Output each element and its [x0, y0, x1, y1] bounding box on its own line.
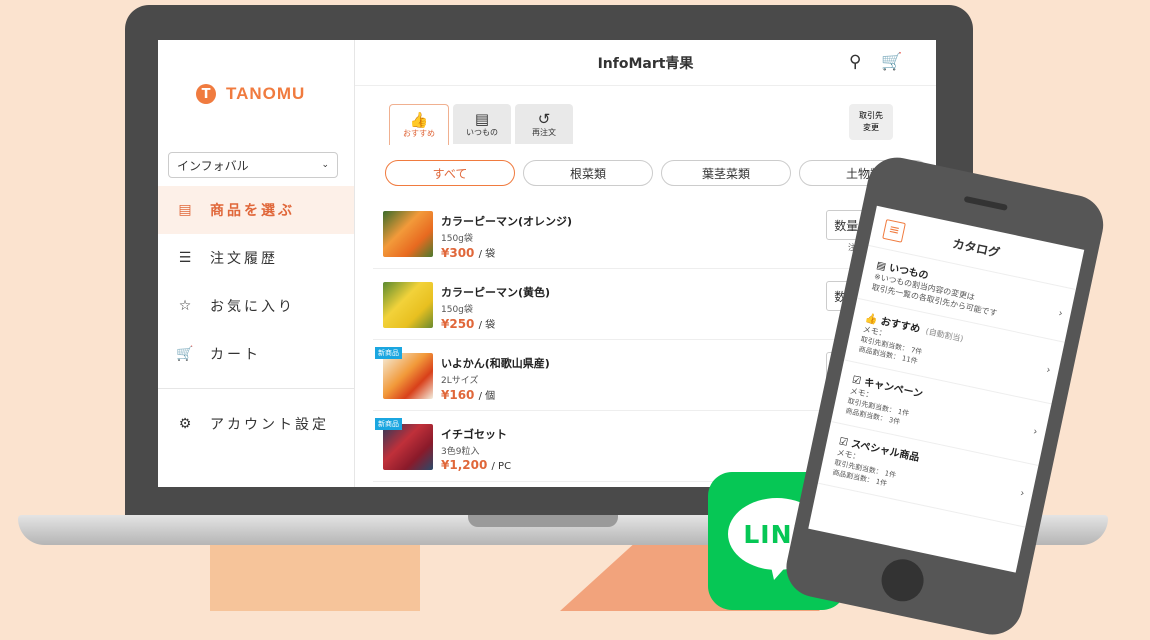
partner-button-line2: 変更 [863, 123, 879, 132]
product-price: ¥1,200 [441, 458, 488, 472]
sidebar-item-label: 注文履歴 [210, 251, 278, 267]
product-image [383, 353, 433, 399]
sidebar-item-label: 商品を選ぶ [210, 203, 295, 219]
sidebar-item-order-history[interactable]: ☰ 注文履歴 [158, 234, 354, 282]
sidebar-nav: ▤ 商品を選ぶ ☰ 注文履歴 ☆ お気に入り 🛒 カート [158, 186, 354, 378]
sidebar: T TANOMU インフォバル ⌄ ▤ 商品を選ぶ ☰ 注文履歴 ☆ お気に入り… [158, 40, 355, 487]
product-spec: 150g袋 [441, 234, 473, 244]
chevron-right-icon: › [1019, 487, 1026, 500]
store-select[interactable]: インフォバル ⌄ [168, 152, 338, 178]
chevron-right-icon: › [1057, 308, 1064, 320]
list-icon: ☰ [178, 250, 192, 266]
change-partner-button[interactable]: 取引先 変更 [849, 104, 893, 140]
new-product-badge: 新商品 [375, 418, 402, 430]
product-price: ¥300 [441, 246, 475, 260]
catalog-tabs: 👍 おすすめ ▤ いつもの ↺ 再注文 [389, 104, 573, 145]
tab-usual[interactable]: ▤ いつもの [453, 104, 511, 144]
tab-label: おすすめ [403, 128, 435, 138]
product-image [383, 211, 433, 257]
product-spec: 2Lサイズ [441, 376, 479, 386]
product-spec: 3色9粒入 [441, 447, 480, 457]
history-icon: ↺ [537, 109, 551, 128]
thumbs-up-icon: 👍 [409, 110, 429, 129]
product-spec: 150g袋 [441, 305, 473, 315]
top-bar: InfoMart青果 ⚲ 🛒 [355, 40, 936, 86]
logo-icon: T [196, 84, 216, 104]
product-image [383, 282, 433, 328]
filter-leafy-vegetables[interactable]: 葉茎菜類 [661, 160, 791, 186]
product-unit: / 個 [478, 391, 496, 402]
phone-home-button[interactable] [877, 555, 928, 606]
sidebar-item-account-settings[interactable]: ⚙ アカウント設定 [158, 400, 354, 448]
store-select-value: インフォバル [177, 158, 249, 173]
filter-all[interactable]: すべて [385, 160, 515, 186]
cart-icon[interactable]: 🛒 [881, 52, 902, 72]
product-name: イチゴセット [441, 428, 507, 441]
sidebar-item-select-products[interactable]: ▤ 商品を選ぶ [158, 186, 354, 234]
product-image [383, 424, 433, 470]
cart-icon: 🛒 [176, 346, 194, 362]
product-unit: / 袋 [478, 249, 496, 260]
search-icon[interactable]: ⚲ [849, 52, 861, 72]
star-icon: ☆ [178, 298, 192, 314]
product-name: カラーピーマン(オレンジ) [441, 215, 573, 228]
clipboard-icon: ▤ [474, 109, 490, 128]
tab-label: いつもの [466, 127, 498, 137]
gear-icon: ⚙ [178, 416, 192, 432]
product-unit: / PC [491, 461, 512, 472]
tab-label: 再注文 [532, 127, 556, 137]
product-unit: / 袋 [478, 320, 496, 331]
tab-reorder[interactable]: ↺ 再注文 [515, 104, 573, 144]
quantity-label: 数量 [834, 218, 859, 233]
sidebar-item-label: カート [210, 347, 261, 363]
chevron-right-icon: › [1045, 364, 1052, 377]
partner-button-line1: 取引先 [859, 111, 883, 120]
category-filters: すべて 根菜類 葉茎菜類 土物類 [385, 160, 929, 186]
sidebar-item-favorites[interactable]: ☆ お気に入り [158, 282, 354, 330]
sidebar-divider [158, 388, 354, 389]
product-price: ¥250 [441, 317, 475, 331]
chevron-right-icon: › [1032, 426, 1039, 438]
filter-root-vegetables[interactable]: 根菜類 [523, 160, 653, 186]
product-price: ¥160 [441, 388, 475, 402]
logo-text: TANOMU [226, 84, 306, 103]
sidebar-item-label: お気に入り [210, 299, 295, 315]
product-name: カラーピーマン(黄色) [441, 286, 551, 299]
tab-recommended[interactable]: 👍 おすすめ [389, 104, 449, 145]
laptop-notch [468, 515, 618, 527]
sidebar-item-label: アカウント設定 [210, 417, 329, 433]
product-name: いよかん(和歌山県産) [441, 357, 550, 370]
new-product-badge: 新商品 [375, 347, 402, 359]
list-box-icon: ▤ [178, 202, 192, 218]
tanomu-logo[interactable]: T TANOMU [196, 84, 305, 104]
chevron-down-icon: ⌄ [321, 160, 329, 170]
sidebar-item-cart[interactable]: 🛒 カート [158, 330, 354, 378]
phone-speaker [963, 195, 1008, 211]
